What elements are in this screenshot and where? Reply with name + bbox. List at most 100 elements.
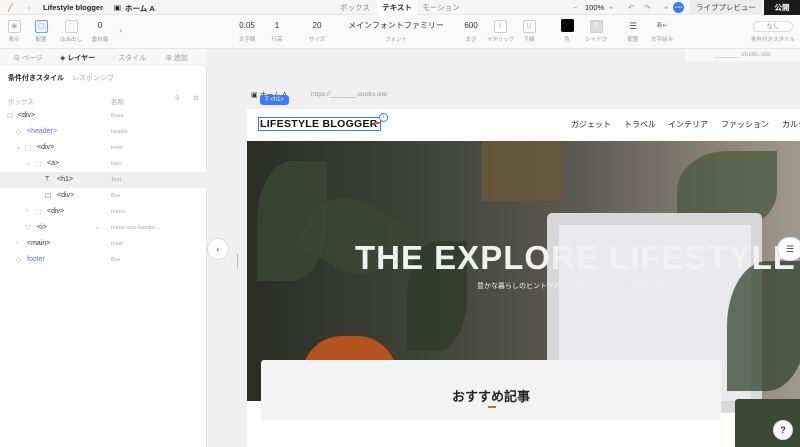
letter-spacing-value[interactable]: 0.05: [236, 19, 258, 33]
menu-icon[interactable]: ☰: [777, 237, 800, 261]
component-icon: ◇: [16, 257, 22, 264]
layer-class: inner: [111, 145, 124, 151]
typesetting-control[interactable]: あ↵ 文字組み: [650, 19, 674, 43]
font-family-value[interactable]: メインフォントファミリー: [348, 19, 444, 33]
shadow-icon: T: [589, 20, 603, 33]
tab-add[interactable]: ⊞ 追加: [166, 53, 188, 63]
font-weight-control[interactable]: 600 太さ: [460, 19, 482, 43]
layer-name: <div>: [18, 112, 36, 119]
layer-row[interactable]: ☐ <div> Box: [0, 188, 207, 204]
nav-culture[interactable]: カルチ: [782, 119, 800, 130]
recommended-card[interactable]: おすすめ記事: [261, 360, 721, 420]
undo-icon[interactable]: ↶: [628, 3, 634, 12]
chevron-right-icon[interactable]: ›: [16, 240, 18, 246]
live-preview-button[interactable]: ライブプレビュー: [690, 0, 762, 15]
color-control[interactable]: 色: [559, 19, 575, 43]
layer-row[interactable]: ⌄ ⬚ <div> inner: [0, 140, 207, 156]
chevron-down-icon[interactable]: ⌄: [26, 160, 31, 167]
align-icon: ☰: [628, 21, 638, 31]
tab-box[interactable]: ボックス: [333, 0, 377, 15]
tab-layers[interactable]: ◈ レイヤー: [60, 53, 95, 63]
subtab-conditional[interactable]: 条件付きスタイル: [8, 75, 64, 82]
recommended-title[interactable]: おすすめ記事: [261, 386, 721, 405]
tab-styles[interactable]: ◌ スタイル: [112, 53, 146, 63]
letter-spacing-label: 文字間: [238, 37, 256, 43]
add-member-icon[interactable]: +: [664, 3, 668, 12]
conditional-style-control[interactable]: なし 条件付きスタイル: [750, 19, 796, 43]
chevron-right-icon[interactable]: ›: [26, 208, 28, 214]
resize-handle[interactable]: [237, 254, 238, 268]
nav-interior[interactable]: インテリア: [668, 119, 708, 130]
chevron-right-icon[interactable]: ›: [119, 25, 122, 35]
wall-frame: [482, 141, 562, 201]
layer-name: <div>: [37, 144, 55, 151]
collapse-sidebar-button[interactable]: ‹: [207, 238, 229, 260]
layer-row[interactable]: ☐ <div> Base: [0, 108, 207, 124]
site-header[interactable]: T <h1> LIFESTYLE BLOGGER i ガジェット トラベル イン…: [247, 95, 800, 141]
zindex-control[interactable]: 0 重ね順: [90, 19, 110, 43]
shadow-control[interactable]: T シャドウ: [585, 19, 607, 43]
font-weight-value[interactable]: 600: [460, 19, 482, 33]
align-control[interactable]: ☰ 配置: [625, 19, 641, 43]
letter-spacing-control[interactable]: 0.05 文字間: [236, 19, 258, 43]
domain-field[interactable]: _______.studio.site: [685, 49, 800, 61]
overflow-control[interactable]: ⬚ はみ出し: [60, 19, 82, 43]
font-size-control[interactable]: 20 サイズ: [306, 19, 328, 43]
layer-name: <header>: [27, 128, 57, 135]
nav-fashion[interactable]: ファッション: [721, 119, 769, 130]
line-height-control[interactable]: 1 行高: [268, 19, 286, 43]
zoom-out-icon[interactable]: −: [573, 3, 577, 12]
zoom-in-icon[interactable]: +: [609, 3, 613, 12]
tab-motion[interactable]: モーション: [417, 0, 465, 15]
display-control[interactable]: ◉ 表示: [6, 19, 22, 43]
link-icon[interactable]: ⚲: [175, 94, 180, 102]
tab-text[interactable]: テキスト: [377, 0, 417, 15]
layer-row[interactable]: ⌄ ⬚ <a> logo: [0, 156, 207, 172]
editor-canvas[interactable]: _______.studio.site ▣ ホーム A https://____…: [207, 49, 800, 447]
help-button[interactable]: ?: [773, 420, 793, 440]
underline-control[interactable]: U 下線: [520, 19, 538, 43]
layer-row[interactable]: › <main> main: [0, 236, 207, 252]
zindex-value[interactable]: 0: [90, 19, 110, 33]
redo-icon[interactable]: ↷: [644, 3, 650, 12]
chevron-down-icon[interactable]: ⌄: [16, 144, 21, 151]
site-logo[interactable]: LIFESTYLE BLOGGER: [260, 118, 378, 130]
site-preview[interactable]: T <h1> LIFESTYLE BLOGGER i ガジェット トラベル イン…: [247, 95, 800, 447]
line-height-value[interactable]: 1: [268, 19, 286, 33]
nav-travel[interactable]: トラベル: [624, 119, 656, 130]
font-family-control[interactable]: メインフォントファミリー フォント: [348, 19, 444, 43]
layer-row-selected[interactable]: T <h1> Text: [0, 172, 207, 188]
layers-sidebar: ⊟ ページ ◈ レイヤー ◌ スタイル ⊞ 追加 条件付きスタイル レスポンシブ…: [0, 49, 207, 447]
layer-row[interactable]: › ⬚ <div> menu: [0, 204, 207, 220]
layer-row[interactable]: ◇ <header> header: [0, 124, 207, 140]
nav-gadget[interactable]: ガジェット: [571, 119, 611, 130]
font-size-value[interactable]: 20: [306, 19, 328, 33]
layer-class: menu: [111, 209, 125, 215]
studio-logo-icon[interactable]: ╱: [8, 3, 13, 12]
page-icon: ▣: [251, 92, 260, 99]
hero-subtitle[interactable]: 豊かな暮らしのヒントがみつかる、ライフスタイルマガジン: [477, 281, 666, 291]
font-family-label: フォント: [384, 37, 407, 43]
publish-button[interactable]: 公開: [764, 0, 800, 15]
arrange-control[interactable]: ▢ 配置: [33, 19, 49, 43]
selection-tag[interactable]: T <h1>: [260, 95, 289, 105]
project-name[interactable]: Lifestyle blogger: [43, 3, 103, 12]
layer-row[interactable]: ◇ footer Box: [0, 252, 207, 268]
page-name[interactable]: ホーム A: [125, 3, 155, 14]
tab-pages[interactable]: ⊟ ページ: [14, 53, 43, 63]
chevron-down-icon[interactable]: ⌄: [95, 224, 100, 231]
zoom-level[interactable]: 100%: [585, 3, 604, 12]
italic-control[interactable]: I イタリック: [487, 19, 514, 43]
arrange-label: 配置: [35, 37, 47, 43]
layer-row[interactable]: ♡ <i> ⌄ menu icon-hambu...: [0, 220, 207, 236]
sidebar-tabs: ⊟ ページ ◈ レイヤー ◌ スタイル ⊞ 追加: [0, 49, 207, 66]
layer-class: Box: [111, 193, 121, 199]
user-avatar[interactable]: studio: [673, 2, 684, 13]
layer-name: footer: [27, 256, 45, 263]
subtab-responsive[interactable]: レスポンシブ: [72, 75, 114, 82]
info-icon[interactable]: i: [379, 113, 388, 122]
layer-class: Box: [111, 257, 121, 263]
settings-icon[interactable]: ⚙: [193, 94, 199, 102]
hero-title[interactable]: THE EXPLORE LIFESTYLE: [355, 239, 796, 277]
conditional-style-value[interactable]: なし: [753, 21, 793, 32]
